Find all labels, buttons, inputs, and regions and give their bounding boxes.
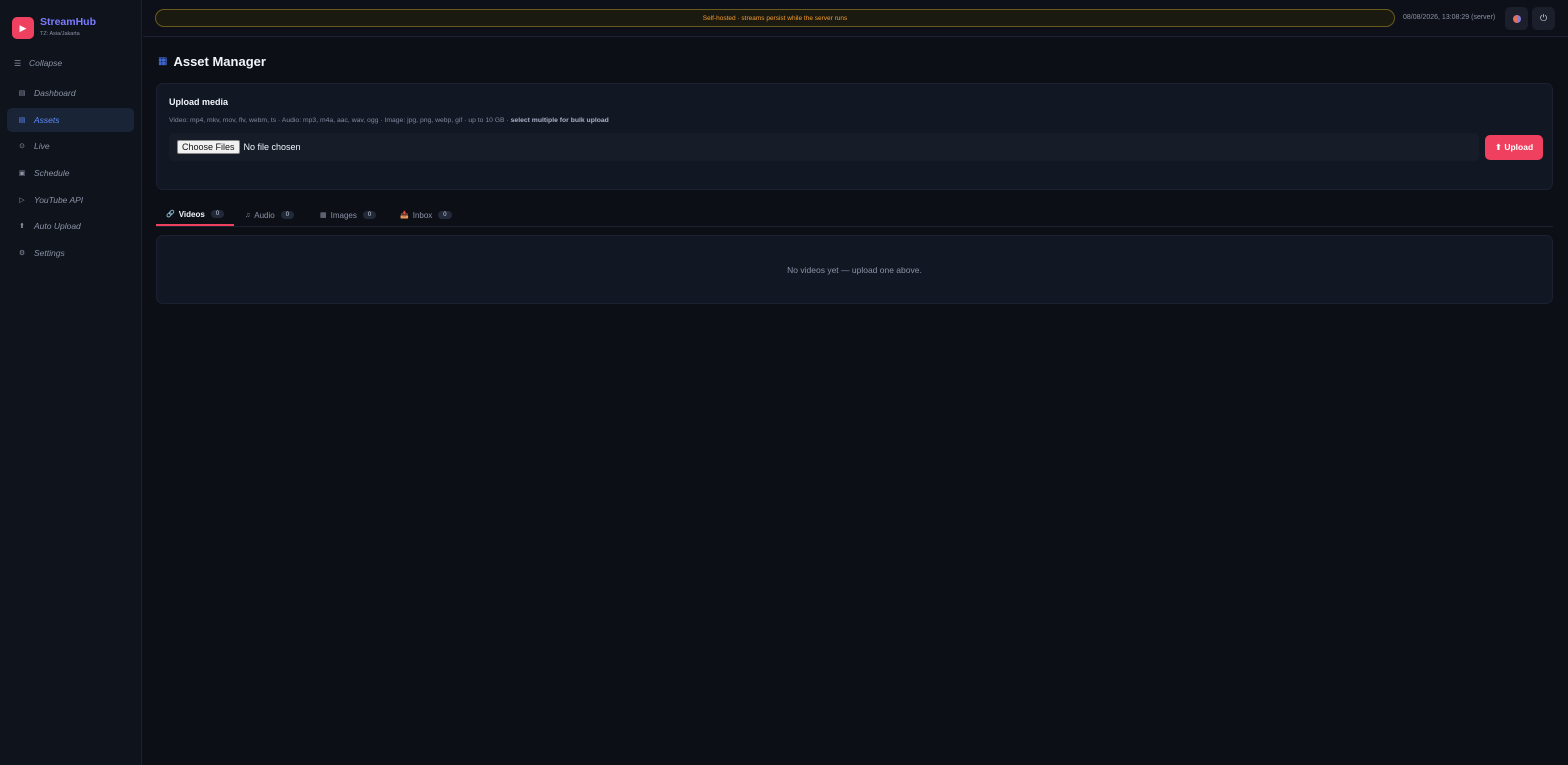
tab-audio[interactable]: ♫ Audio 0 xyxy=(235,204,304,226)
collapse-label: Collapse xyxy=(29,58,63,68)
upload-arrow-icon: ⬆ xyxy=(19,223,25,231)
upload-title: Upload media xyxy=(169,97,229,107)
tab-videos[interactable]: 🔗 Videos 0 xyxy=(156,204,235,226)
theme-toggle-button[interactable] xyxy=(1505,7,1528,30)
sidebar-item-live[interactable]: ⊙ Live xyxy=(7,134,134,158)
sidebar: ▶ StreamHub TZ: Asia/Jakarta ☰ Collapse … xyxy=(0,0,142,765)
sidebar-item-label: Settings xyxy=(34,248,65,259)
menu-icon: ☰ xyxy=(14,58,22,68)
sidebar-item-label: YouTube API xyxy=(34,194,84,205)
topbar: Self-hosted · streams persist while the … xyxy=(143,0,1568,37)
count-badge: 0 xyxy=(438,211,452,219)
tab-images[interactable]: ▦ Images 0 xyxy=(310,204,386,226)
assets-icon: ▤ xyxy=(18,116,26,124)
server-clock: 08/08/2026, 13:08:29 (server) xyxy=(1403,14,1496,21)
play-icon: ▶ xyxy=(12,17,34,39)
empty-state: No videos yet — upload one above. xyxy=(156,235,1553,304)
tab-label: Videos xyxy=(178,209,205,219)
upload-button[interactable]: ⬆ Upload xyxy=(1485,135,1543,160)
power-icon: ⏻ xyxy=(1539,13,1548,23)
sidebar-item-label: Auto Upload xyxy=(34,221,81,232)
calendar-icon: ▣ xyxy=(18,170,26,178)
status-banner: Self-hosted · streams persist while the … xyxy=(155,9,1395,27)
sidebar-item-auto-upload[interactable]: ⬆ Auto Upload xyxy=(7,214,134,238)
count-badge: 0 xyxy=(280,211,295,219)
logout-button[interactable]: ⏻ xyxy=(1532,7,1555,30)
sidebar-item-label: Dashboard xyxy=(34,88,76,98)
link-icon: 🔗 xyxy=(166,211,175,218)
play-outline-icon: ▷ xyxy=(19,196,25,204)
upload-hint: Video: mp4, mkv, mov, flv, webm, ts · Au… xyxy=(169,117,609,124)
sidebar-item-assets[interactable]: ▤ Assets xyxy=(7,107,134,132)
brand-timezone: TZ: Asia/Jakarta xyxy=(40,31,80,37)
collapse-button[interactable]: ☰ Collapse xyxy=(14,58,62,68)
tab-inbox[interactable]: 📥 Inbox 0 xyxy=(390,204,462,226)
music-icon: ♫ xyxy=(245,211,251,219)
sidebar-item-dashboard[interactable]: ▤ Dashboard xyxy=(7,81,134,105)
page-title: ▦ Asset Manager xyxy=(158,54,266,69)
live-icon: ⊙ xyxy=(19,143,25,151)
sidebar-item-schedule[interactable]: ▣ Schedule xyxy=(7,161,134,185)
sidebar-item-label: Live xyxy=(34,141,50,152)
gear-icon: ⚙ xyxy=(18,250,26,258)
brand[interactable]: ▶ StreamHub TZ: Asia/Jakarta xyxy=(12,16,96,39)
brand-name: StreamHub xyxy=(40,16,97,28)
count-badge: 0 xyxy=(210,210,225,218)
empty-message: No videos yet — upload one above. xyxy=(787,264,922,275)
choose-files-button[interactable]: Choose Files xyxy=(177,140,240,154)
upload-hint-text: Video: mp4, mkv, mov, flv, webm, ts · Au… xyxy=(169,117,511,124)
tab-label: Inbox xyxy=(412,210,433,220)
count-badge: 0 xyxy=(362,211,377,219)
asset-tabs: 🔗 Videos 0 ♫ Audio 0 ▦ Images 0 📥 Inbox … xyxy=(156,204,1553,227)
sidebar-item-label: Assets xyxy=(34,114,60,125)
inbox-icon: 📥 xyxy=(400,212,409,219)
file-input[interactable]: Choose Files No file chosen xyxy=(169,133,1479,161)
grid-icon: ▦ xyxy=(158,56,168,67)
upload-hint-bold: select multiple for bulk upload xyxy=(510,117,609,124)
image-icon: ▦ xyxy=(320,212,327,219)
sidebar-item-youtube-api[interactable]: ▷ YouTube API xyxy=(7,188,134,212)
theme-icon xyxy=(1512,14,1521,23)
file-status: No file chosen xyxy=(243,142,301,152)
dashboard-icon: ▤ xyxy=(18,90,26,97)
sidebar-item-settings[interactable]: ⚙ Settings xyxy=(7,241,134,265)
sidebar-item-label: Schedule xyxy=(34,168,70,179)
sidebar-nav: ▤ Dashboard ▤ Assets ⊙ Live ▣ Schedule ▷… xyxy=(7,81,134,268)
tab-label: Audio xyxy=(254,210,275,220)
upload-card: Upload media Video: mp4, mkv, mov, flv, … xyxy=(156,83,1553,190)
page-title-text: Asset Manager xyxy=(173,54,266,69)
tab-label: Images xyxy=(330,210,357,220)
